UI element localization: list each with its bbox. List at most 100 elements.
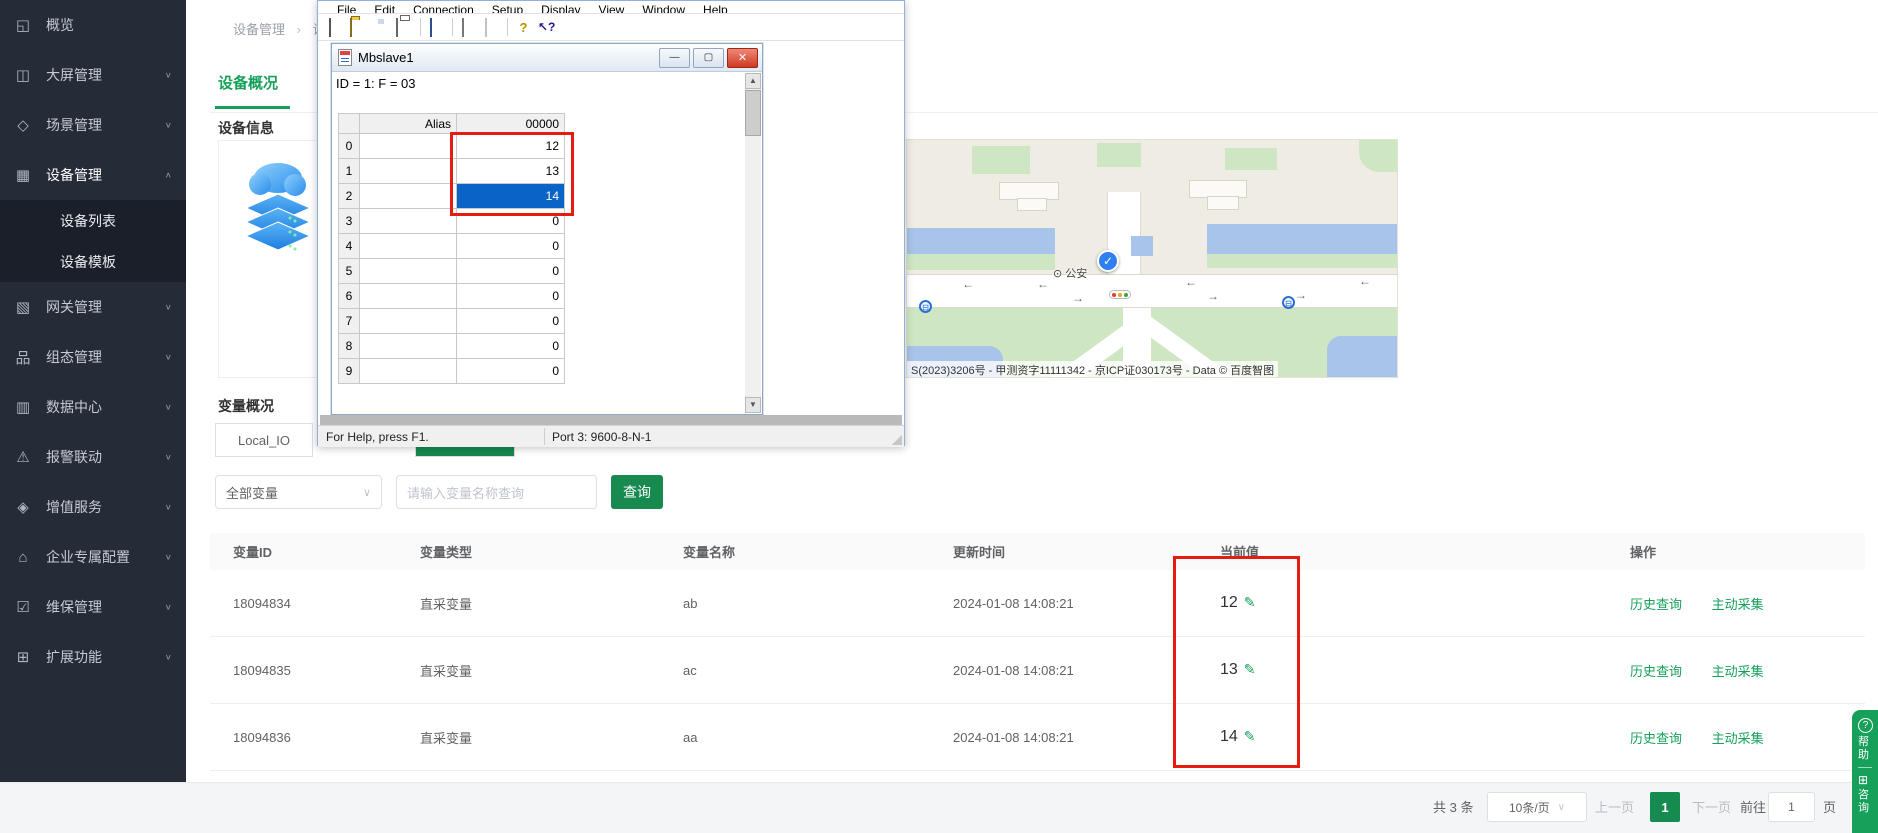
resize-grip[interactable] — [892, 435, 902, 445]
alias-cell[interactable] — [360, 134, 457, 159]
pagination-total: 共 3 条 — [1433, 797, 1473, 816]
sidebar-item-gateway[interactable]: ▧ 网关管理 ∨ — [0, 282, 186, 332]
sidebar-item-datacenter[interactable]: ▥ 数据中心 ∨ — [0, 382, 186, 432]
cell-variable-id: 18094836 — [233, 730, 420, 745]
variable-type-select[interactable]: 全部变量 ∨ — [215, 475, 382, 509]
edit-value-icon[interactable]: ✎ — [1244, 661, 1256, 677]
variable-search-input[interactable]: 请输入变量名称查询 — [396, 475, 597, 509]
sidebar-item-value-added[interactable]: ◈ 增值服务 ∨ — [0, 482, 186, 532]
print-icon[interactable] — [396, 18, 398, 37]
menu-window[interactable]: Window — [642, 2, 685, 14]
context-help-icon[interactable]: ↖? — [538, 19, 555, 36]
child-vertical-scrollbar[interactable]: ▲ ▼ — [745, 73, 761, 413]
menu-edit[interactable]: Edit — [374, 2, 395, 14]
value-cell[interactable]: 0 — [457, 259, 565, 284]
variable-tab-label: Local_IO — [238, 433, 290, 448]
sidebar-item-overview[interactable]: ◱ 概览 — [0, 0, 186, 50]
page-number-1[interactable]: 1 — [1650, 792, 1680, 822]
value-cell[interactable]: 13 — [457, 159, 565, 184]
breadcrumb-level1[interactable]: 设备管理 — [233, 22, 285, 37]
sidebar-item-bigscreen[interactable]: ◫ 大屏管理 ∨ — [0, 50, 186, 100]
map-water — [1207, 224, 1398, 254]
sidebar-item-enterprise[interactable]: ⌂ 企业专属配置 ∨ — [0, 532, 186, 582]
sidebar-item-label: 网关管理 — [46, 297, 165, 317]
open-file-icon[interactable] — [350, 18, 352, 37]
scroll-up-icon[interactable]: ▲ — [745, 73, 761, 89]
active-collect-link[interactable]: 主动采集 — [1712, 664, 1764, 679]
map-green-area — [972, 146, 1030, 174]
goto-page-input[interactable]: 1 — [1768, 792, 1815, 822]
app-root: ◱ 概览 ◫ 大屏管理 ∨ ◇ 场景管理 ∨ ▦ 设备管理 ∧ 设备列表 设备模… — [0, 0, 1878, 833]
value-cell[interactable]: 0 — [457, 284, 565, 309]
search-button[interactable]: 查询 — [611, 475, 663, 509]
sidebar-item-label: 数据中心 — [46, 397, 165, 417]
history-query-link[interactable]: 历史查询 — [1630, 597, 1682, 612]
help-icon[interactable]: ? — [515, 19, 532, 36]
menu-display[interactable]: Display — [541, 2, 580, 14]
sidebar-item-maintenance[interactable]: ☑ 维保管理 ∨ — [0, 582, 186, 632]
alias-cell[interactable] — [360, 359, 457, 384]
value-cell[interactable]: 0 — [457, 209, 565, 234]
value-cell[interactable]: 0 — [457, 359, 565, 384]
value-cell[interactable]: 0 — [457, 234, 565, 259]
menu-file[interactable]: File — [337, 2, 356, 14]
variable-table: 变量ID 变量类型 变量名称 更新时间 当前值 操作 18094834 直采变量… — [210, 533, 1865, 771]
new-file-icon[interactable] — [329, 18, 331, 37]
sidebar-item-device[interactable]: ▦ 设备管理 ∧ — [0, 150, 186, 200]
connection-setup-icon[interactable] — [462, 18, 464, 37]
edit-value-icon[interactable]: ✎ — [1244, 594, 1256, 610]
child-title-bar[interactable]: Mbslave1 — ▢ ✕ — [332, 44, 762, 72]
history-query-link[interactable]: 历史查询 — [1630, 664, 1682, 679]
scroll-thumb[interactable] — [745, 90, 761, 136]
cell-variable-id: 18094835 — [233, 663, 420, 678]
alias-cell[interactable] — [360, 159, 457, 184]
close-button[interactable]: ✕ — [727, 48, 758, 68]
sidebar-subitem-device-list[interactable]: 设备列表 — [0, 200, 186, 241]
row-header: 9 — [339, 359, 360, 384]
alias-cell[interactable] — [360, 184, 457, 209]
value-cell-selected[interactable]: 14 — [457, 184, 565, 209]
sidebar-item-extension[interactable]: ⊞ 扩展功能 ∨ — [0, 632, 186, 682]
history-query-link[interactable]: 历史查询 — [1630, 731, 1682, 746]
next-page-button[interactable]: 下一页 — [1692, 797, 1731, 816]
alias-cell[interactable] — [360, 309, 457, 334]
page-size-select[interactable]: 10条/页 ∨ — [1487, 792, 1587, 822]
sidebar-item-alarm[interactable]: ⚠ 报警联动 ∨ — [0, 432, 186, 482]
maximize-button[interactable]: ▢ — [693, 48, 724, 68]
location-map[interactable]: ← ← ← ← → → → ⊟ ⊟ ✓ ⊙ 公安 S(2023)3206号 - … — [906, 139, 1398, 378]
edit-value-icon[interactable]: ✎ — [1244, 728, 1256, 744]
bus-station-icon: ⊟ — [919, 300, 932, 313]
value-cell[interactable]: 0 — [457, 334, 565, 359]
display-setup-icon[interactable] — [430, 18, 432, 37]
sidebar-subitem-device-template[interactable]: 设备模板 — [0, 241, 186, 282]
menu-view[interactable]: View — [599, 2, 625, 14]
value-cell[interactable]: 12 — [457, 134, 565, 159]
menu-connection[interactable]: Connection — [413, 2, 474, 14]
sidebar-item-configuration[interactable]: 品 组态管理 ∨ — [0, 332, 186, 382]
consult-icon: ⊞ — [1858, 773, 1868, 787]
alias-cell[interactable] — [360, 284, 457, 309]
alias-cell[interactable] — [360, 209, 457, 234]
maintenance-icon: ☑ — [14, 598, 32, 616]
tab-device-overview[interactable]: 设备概况 — [218, 72, 278, 93]
active-collect-link[interactable]: 主动采集 — [1712, 597, 1764, 612]
menu-setup[interactable]: Setup — [492, 2, 523, 14]
scroll-down-icon[interactable]: ▼ — [745, 397, 761, 413]
goto-suffix: 页 — [1823, 797, 1836, 816]
location-marker-icon[interactable]: ✓ — [1097, 250, 1119, 272]
map-road-main — [907, 274, 1398, 308]
value-cell[interactable]: 0 — [457, 309, 565, 334]
minimize-button[interactable]: — — [659, 48, 690, 68]
variable-tab-local-io[interactable]: Local_IO — [215, 423, 313, 457]
active-collect-link[interactable]: 主动采集 — [1712, 731, 1764, 746]
sidebar-item-label: 场景管理 — [46, 115, 165, 135]
alias-cell[interactable] — [360, 234, 457, 259]
menu-help[interactable]: Help — [703, 2, 728, 14]
help-float-widget[interactable]: ? 帮助 ⊞ 咨询 — [1852, 710, 1878, 833]
consult-label[interactable]: 咨询 — [1858, 789, 1872, 815]
help-label[interactable]: 帮助 — [1858, 736, 1872, 762]
alias-cell[interactable] — [360, 334, 457, 359]
sidebar-item-scene[interactable]: ◇ 场景管理 ∨ — [0, 100, 186, 150]
alias-cell[interactable] — [360, 259, 457, 284]
prev-page-button[interactable]: 上一页 — [1595, 797, 1634, 816]
